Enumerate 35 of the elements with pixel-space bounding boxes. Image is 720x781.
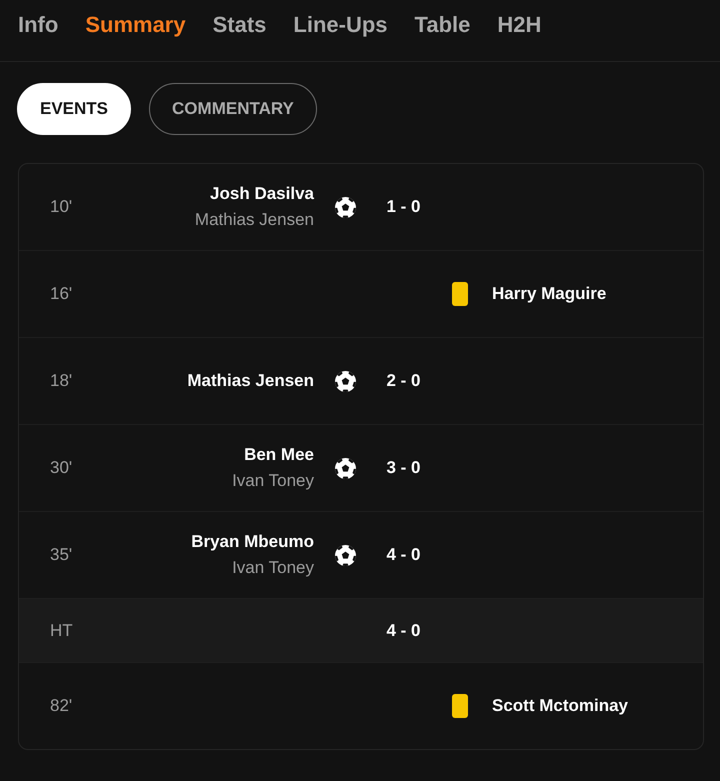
tab[interactable]: Table — [414, 12, 470, 38]
score-text: 3 - 0 — [386, 457, 421, 479]
assist-name: Ivan Toney — [232, 470, 314, 492]
score-text: 4 - 0 — [386, 544, 421, 566]
filter-tab[interactable]: COMMENTARY — [149, 83, 317, 135]
score-text: 2 - 0 — [386, 370, 421, 392]
player-name: Harry Maguire — [492, 283, 606, 305]
event-minute: HT — [50, 620, 73, 642]
event-minute: 30' — [50, 457, 72, 479]
assist-name: Mathias Jensen — [194, 209, 314, 231]
tab[interactable]: Info — [18, 12, 58, 38]
soccer-ball-icon — [334, 544, 356, 566]
soccer-ball-icon — [334, 458, 356, 478]
booking-card-icon — [452, 282, 468, 306]
assist-name: Ivan Toney — [232, 557, 314, 579]
score-text: 1 - 0 — [386, 196, 421, 218]
event-minute: 10' — [50, 196, 72, 218]
tab[interactable]: Summary — [85, 12, 186, 38]
player-name: Josh Dasilva — [210, 183, 314, 205]
event-minute: 82' — [50, 695, 72, 717]
event-minute: 16' — [50, 283, 72, 305]
soccer-ball-icon — [334, 370, 356, 392]
player-name: Bryan Mbeumo — [191, 531, 314, 553]
player-name: Ben Mee — [244, 444, 314, 466]
booking-card-icon — [452, 694, 468, 718]
filter-tab[interactable]: EVENTS — [17, 83, 132, 135]
event-minute: 35' — [50, 544, 72, 566]
tab[interactable]: Line-Ups — [293, 12, 388, 38]
event-minute: 18' — [50, 370, 72, 392]
tab[interactable]: Stats — [212, 12, 266, 38]
tab[interactable]: H2H — [497, 12, 542, 38]
player-name: Mathias Jensen — [187, 370, 314, 392]
soccer-ball-icon — [334, 196, 356, 218]
score-text: 4 - 0 — [386, 620, 421, 642]
player-name: Scott Mctominay — [492, 695, 628, 717]
